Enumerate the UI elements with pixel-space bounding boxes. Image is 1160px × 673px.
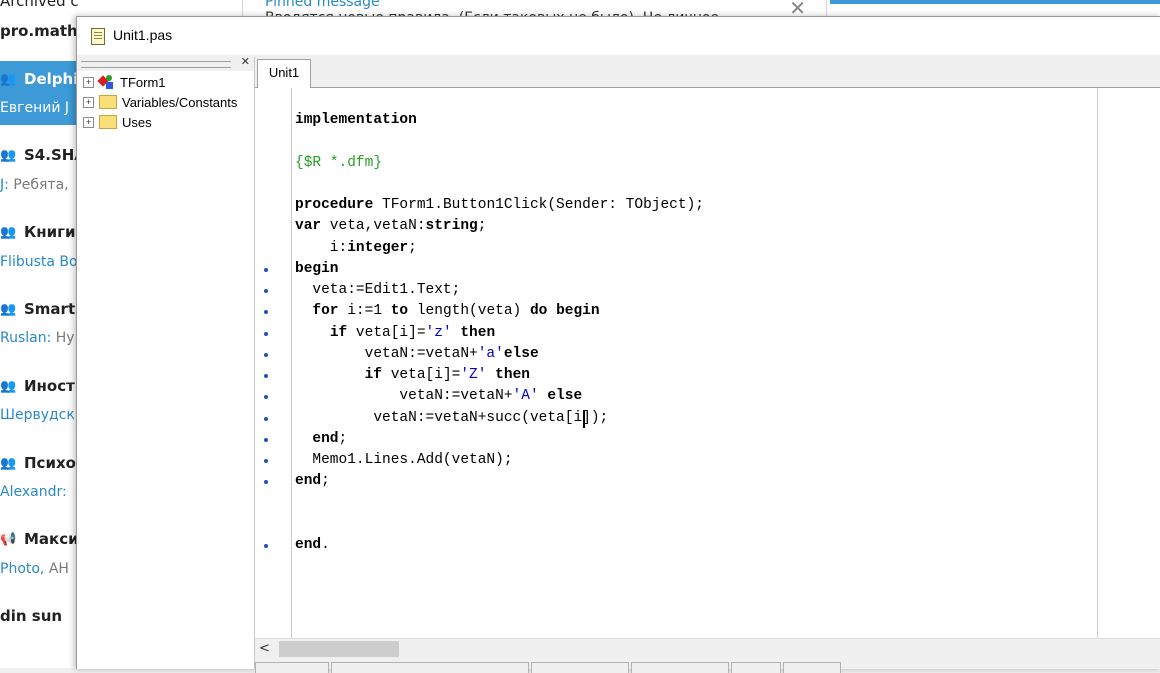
ide-window: Unit1.pas ✕ + TForm1 + Variables/Constan… bbox=[76, 16, 1160, 673]
tree-item-variables[interactable]: + Variables/Constants bbox=[83, 93, 237, 111]
header-strip bbox=[830, 0, 1160, 4]
code-line[interactable]: if veta[i]='z' then bbox=[295, 323, 495, 344]
scrollbar-thumb[interactable] bbox=[279, 641, 399, 657]
breakpoint-dot-icon[interactable] bbox=[264, 310, 268, 315]
form-icon bbox=[97, 75, 115, 89]
editor-gutter[interactable] bbox=[255, 88, 292, 638]
code-line[interactable]: end; bbox=[295, 429, 347, 450]
breakpoint-dot-icon[interactable] bbox=[264, 544, 268, 548]
breakpoint-dot-icon[interactable] bbox=[264, 331, 268, 336]
chat-item-title[interactable]: 👥 Иност bbox=[0, 377, 75, 395]
chat-item-preview: Flibusta Bo bbox=[0, 254, 78, 270]
code-line[interactable]: begin bbox=[295, 259, 339, 280]
chat-item-title[interactable]: 👥 Книги bbox=[0, 223, 75, 241]
tab-unit1[interactable]: Unit1 bbox=[257, 59, 311, 89]
explorer-grip[interactable]: ✕ bbox=[77, 55, 254, 71]
group-icon: 👥 bbox=[0, 224, 17, 240]
pinned-message-title: Pinned message bbox=[265, 0, 380, 10]
chat-item-title[interactable]: 📢 Макси bbox=[0, 530, 79, 548]
code-line[interactable]: if veta[i]='Z' then bbox=[295, 365, 530, 386]
expand-icon[interactable]: + bbox=[83, 116, 94, 128]
chat-item-preview: Евгений J bbox=[0, 100, 69, 116]
group-icon: 👥 bbox=[0, 71, 17, 87]
code-line[interactable]: var veta,vetaN:string; bbox=[295, 216, 486, 237]
chat-list[interactable]: Archived chats pro.math, 👥 Delphi Евгени… bbox=[0, 0, 80, 668]
expand-icon[interactable]: + bbox=[83, 76, 94, 88]
scroll-left-icon[interactable]: < bbox=[259, 641, 270, 656]
text-caret bbox=[583, 409, 585, 428]
chat-item-title[interactable]: 👥 Smartl bbox=[0, 300, 80, 318]
breakpoint-dot-icon[interactable] bbox=[264, 416, 268, 421]
tree-item-label: TForm1 bbox=[120, 74, 166, 90]
tree-item-label: Uses bbox=[122, 114, 152, 130]
code-line[interactable]: Memo1.Lines.Add(vetaN); bbox=[295, 450, 512, 471]
megaphone-icon: 📢 bbox=[0, 531, 17, 547]
breakpoint-dot-icon[interactable] bbox=[264, 480, 268, 485]
tree-item-tform1[interactable]: + TForm1 bbox=[83, 73, 166, 91]
ide-titlebar[interactable]: Unit1.pas bbox=[77, 17, 1160, 55]
chat-item-preview: Шервудск bbox=[0, 407, 75, 423]
tree-item-uses[interactable]: + Uses bbox=[83, 113, 152, 131]
expand-icon[interactable]: + bbox=[83, 96, 94, 108]
grip-lines bbox=[81, 61, 231, 68]
breakpoint-dot-icon[interactable] bbox=[264, 459, 268, 463]
chat-item-title[interactable]: din sun bbox=[0, 607, 62, 625]
chat-item-preview: Ruslan: Hy bbox=[0, 330, 75, 346]
folder-icon bbox=[99, 95, 117, 109]
chat-item-title[interactable]: 👥 S4.SHA bbox=[0, 146, 80, 164]
code-line[interactable]: vetaN:=vetaN+'a'else bbox=[295, 344, 539, 365]
code-line[interactable]: vetaN:=vetaN+'A' else bbox=[295, 386, 582, 407]
code-line[interactable]: procedure TForm1.Button1Click(Sender: TO… bbox=[295, 195, 704, 216]
code-explorer: ✕ + TForm1 + Variables/Constants + Uses bbox=[77, 55, 255, 669]
breakpoint-dot-icon[interactable] bbox=[264, 437, 268, 442]
group-icon: 👥 bbox=[0, 147, 17, 163]
breakpoint-dot-icon[interactable] bbox=[264, 374, 268, 378]
chat-item-title[interactable]: 👥 Психо bbox=[0, 454, 76, 472]
code-line[interactable]: end. bbox=[295, 535, 330, 556]
close-icon[interactable]: ✕ bbox=[241, 55, 250, 68]
code-editor[interactable]: implementation {$R *.dfm} procedure TForm1… bbox=[255, 88, 1160, 638]
editor-tabbar: Unit1 bbox=[255, 57, 1160, 89]
chat-item-preview: J: Ребята, bbox=[0, 177, 69, 193]
code-line[interactable]: vetaN:=vetaN+succ(veta[i]); bbox=[295, 408, 608, 429]
breakpoint-dot-icon[interactable] bbox=[264, 352, 268, 357]
horizontal-scrollbar[interactable]: < bbox=[255, 638, 1160, 659]
document-icon bbox=[91, 28, 105, 45]
breakpoint-dot-icon[interactable] bbox=[264, 289, 268, 293]
group-icon: 👥 bbox=[0, 301, 17, 317]
group-icon: 👥 bbox=[0, 378, 17, 394]
chat-list-header-top: Archived chats bbox=[0, 0, 80, 10]
chat-item-title[interactable]: 👥 Delphi bbox=[0, 70, 78, 88]
code-line[interactable]: i:integer; bbox=[295, 238, 417, 259]
code-line[interactable]: implementation bbox=[295, 110, 417, 131]
folder-icon bbox=[99, 115, 117, 129]
code-line[interactable]: end; bbox=[295, 471, 330, 492]
code-line[interactable]: {$R *.dfm} bbox=[295, 153, 382, 174]
group-icon: 👥 bbox=[0, 455, 17, 471]
right-margin-line bbox=[1097, 88, 1098, 638]
chat-item-preview: Photo, АН bbox=[0, 561, 69, 577]
chat-list-header[interactable]: pro.math, bbox=[0, 22, 80, 40]
breakpoint-dot-icon[interactable] bbox=[264, 267, 268, 272]
code-line[interactable]: for i:=1 to length(veta) do begin bbox=[295, 301, 599, 322]
chat-item-preview: Alexandr: bbox=[0, 484, 67, 500]
window-title: Unit1.pas bbox=[113, 27, 173, 43]
tree-item-label: Variables/Constants bbox=[122, 94, 238, 110]
breakpoint-dot-icon[interactable] bbox=[264, 395, 268, 400]
code-line[interactable]: veta:=Edit1.Text; bbox=[295, 280, 460, 301]
